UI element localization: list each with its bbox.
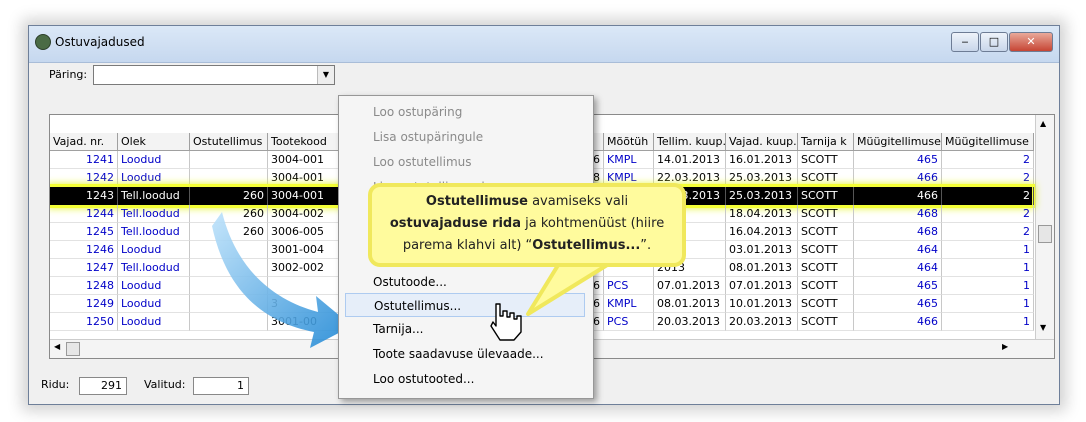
hand-cursor-icon	[490, 303, 522, 341]
hand-cursor-layer	[490, 303, 522, 341]
